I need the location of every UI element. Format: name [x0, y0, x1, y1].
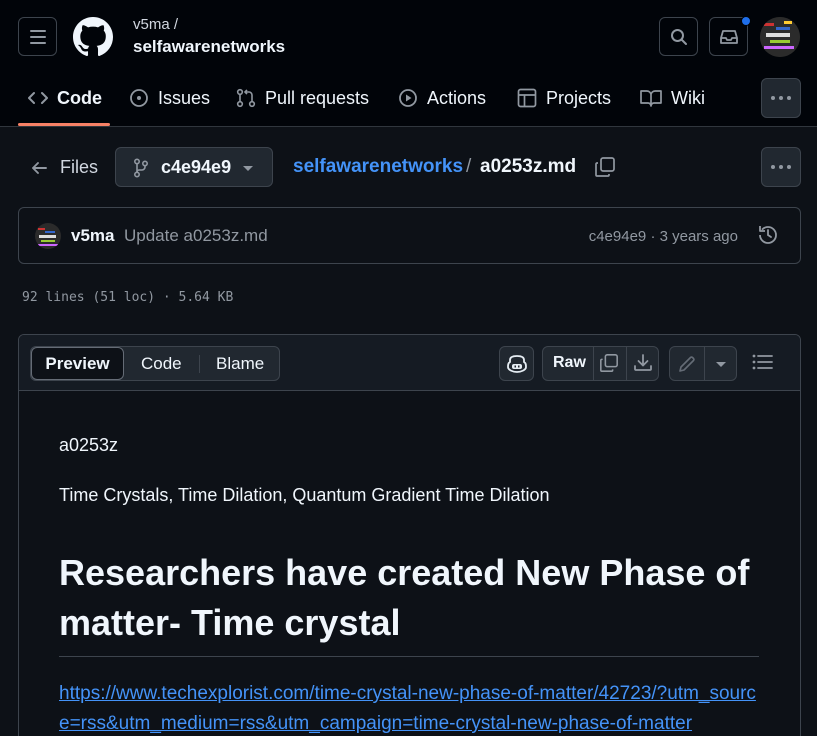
git-branch-icon: [133, 158, 149, 178]
breadcrumb-separator: /: [466, 156, 472, 177]
user-avatar[interactable]: [760, 17, 800, 57]
tab-pull-requests[interactable]: Pull requests: [236, 80, 369, 116]
menu-button[interactable]: [18, 17, 57, 56]
chevron-down-icon: [716, 362, 726, 367]
copy-icon: [595, 157, 615, 177]
raw-button[interactable]: Raw: [553, 354, 586, 372]
files-label[interactable]: Files: [60, 157, 98, 178]
tab-projects[interactable]: Projects: [517, 80, 611, 116]
tab-divider: [199, 355, 200, 373]
edit-button[interactable]: [677, 354, 697, 374]
download-icon: [634, 354, 652, 371]
file-toolbar: Preview Code Blame Raw: [19, 335, 800, 391]
branch-selector[interactable]: c4e94e9: [115, 147, 273, 187]
github-logo-icon[interactable]: [73, 17, 113, 57]
repo-owner[interactable]: v5ma /: [133, 16, 178, 33]
chevron-down-icon: [243, 166, 253, 171]
inbox-icon: [719, 29, 738, 44]
commit-author-avatar[interactable]: [35, 223, 61, 249]
app-header: v5ma / selfawarenetworks Code Issues Pul…: [0, 0, 817, 127]
book-icon: [640, 90, 662, 107]
tab-code-label: Code: [57, 87, 102, 108]
tab-actions-label: Actions: [427, 87, 487, 108]
markdown-heading: Researchers have created New Phase of ma…: [59, 548, 759, 657]
selected-tab-underline: [18, 123, 110, 126]
commit-author[interactable]: v5ma: [71, 226, 114, 246]
copilot-icon: [507, 355, 527, 373]
tab-projects-label: Projects: [546, 87, 612, 108]
file-info: 92 lines (51 loc) · 5.64 KB: [22, 290, 234, 305]
tab-wiki[interactable]: Wiki: [640, 80, 705, 116]
table-icon: [517, 88, 537, 108]
branch-name: c4e94e9: [161, 157, 232, 177]
copy-path-button[interactable]: [594, 156, 616, 178]
play-icon: [399, 89, 417, 107]
kebab-horizontal-icon: [771, 96, 791, 100]
edit-group: [669, 346, 737, 381]
copilot-button[interactable]: [499, 346, 534, 381]
latest-commit-box: v5ma Update a0253z.md c4e94e9 · 3 years …: [18, 207, 801, 264]
history-icon: [759, 226, 777, 244]
commit-message[interactable]: Update a0253z.md: [124, 226, 268, 246]
markdown-paragraph: a0253z: [59, 435, 119, 455]
copy-raw-button[interactable]: [599, 353, 619, 373]
group-divider: [626, 347, 627, 380]
history-button[interactable]: [757, 224, 781, 248]
tab-code[interactable]: Code: [28, 80, 102, 116]
view-mode-switch: Preview Code Blame: [30, 346, 280, 381]
pull-request-icon: [236, 88, 256, 108]
issue-icon: [130, 89, 148, 107]
markdown-paragraph: Time Crystals, Time Dilation, Quantum Gr…: [59, 485, 550, 505]
markdown-link[interactable]: https://www.techexplorist.com/time-cryst…: [59, 679, 759, 736]
raw-actions-group: Raw: [542, 346, 659, 381]
file-more-button[interactable]: [761, 147, 801, 187]
tab-wiki-label: Wiki: [671, 87, 705, 108]
tab-issues-label: Issues: [158, 87, 211, 108]
pencil-icon: [679, 356, 695, 372]
preview-tab[interactable]: Preview: [31, 347, 124, 380]
markdown-body: a0253z Time Crystals, Time Dilation, Qua…: [59, 435, 759, 734]
group-divider: [704, 347, 705, 380]
search-button[interactable]: [659, 17, 698, 56]
edit-options-button[interactable]: [715, 361, 727, 368]
tab-actions[interactable]: Actions: [398, 80, 486, 116]
commit-meta[interactable]: c4e94e9 · 3 years ago: [589, 228, 738, 245]
breadcrumb-repo-link[interactable]: selfawarenetworks: [293, 156, 463, 178]
code-icon: [28, 92, 48, 104]
repo-name[interactable]: selfawarenetworks: [133, 37, 285, 57]
arrow-left-icon: [32, 162, 47, 174]
nav-more-button[interactable]: [761, 78, 801, 118]
list-unordered-icon: [752, 354, 773, 370]
download-button[interactable]: [633, 353, 653, 373]
blame-tab[interactable]: Blame: [216, 354, 264, 374]
outline-button[interactable]: [752, 353, 774, 371]
group-divider: [593, 347, 594, 380]
menu-icon: [29, 29, 46, 44]
notification-dot: [741, 16, 751, 26]
tab-issues[interactable]: Issues: [129, 80, 210, 116]
tab-pull-requests-label: Pull requests: [265, 87, 370, 108]
file-viewer: Preview Code Blame Raw a0253z Time Cryst…: [18, 334, 801, 736]
copy-icon: [600, 354, 618, 372]
breadcrumb-file-name: a0253z.md: [480, 156, 577, 177]
kebab-horizontal-icon: [771, 165, 791, 169]
search-icon: [670, 28, 687, 45]
code-tab[interactable]: Code: [141, 354, 182, 374]
